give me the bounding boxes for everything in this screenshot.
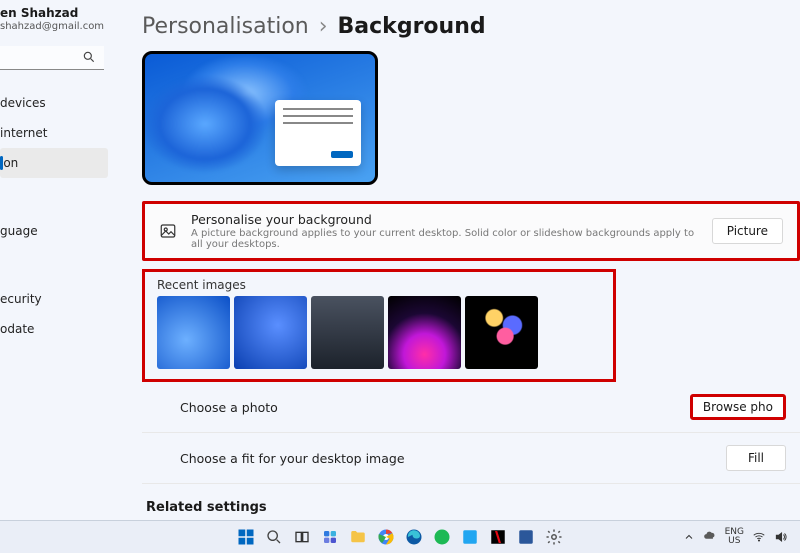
netflix-icon[interactable] (487, 526, 509, 548)
tray-onedrive-icon[interactable] (703, 530, 717, 544)
sidebar-item-4[interactable]: ecurity (0, 284, 108, 314)
sidebar-item-5[interactable]: odate (0, 314, 108, 344)
profile-name: en Shahzad (0, 6, 108, 20)
taskbar: ENGUS (0, 520, 800, 553)
recent-thumb-0[interactable] (157, 296, 230, 369)
recent-thumb-2[interactable] (311, 296, 384, 369)
page-title: Background (338, 14, 486, 39)
search-field[interactable] (0, 46, 108, 70)
search-taskbar-icon[interactable] (263, 526, 285, 548)
word-icon[interactable] (515, 526, 537, 548)
widgets-icon[interactable] (319, 526, 341, 548)
start-icon[interactable] (235, 526, 257, 548)
vscode-icon[interactable] (459, 526, 481, 548)
explorer-icon[interactable] (347, 526, 369, 548)
browse-photos-button[interactable]: Browse pho (690, 394, 786, 420)
personalise-title: Personalise your background (191, 212, 698, 227)
image-icon (159, 222, 177, 240)
recent-images-label: Recent images (157, 278, 601, 292)
tray-language[interactable]: ENGUS (725, 528, 744, 546)
spotify-icon[interactable] (431, 526, 453, 548)
breadcrumb: Personalisation › Background (142, 14, 800, 39)
edge-icon[interactable] (403, 526, 425, 548)
taskview-icon[interactable] (291, 526, 313, 548)
profile-email: shahzad@gmail.com (0, 21, 108, 32)
sidebar-item-1[interactable]: internet (0, 118, 108, 148)
personalise-background-card[interactable]: Personalise your background A picture ba… (142, 201, 800, 261)
chevron-right-icon: › (319, 14, 328, 39)
fit-dropdown[interactable]: Fill (726, 445, 786, 471)
choose-photo-label: Choose a photo (156, 400, 690, 415)
recent-thumb-1[interactable] (234, 296, 307, 369)
sidebar-item-2[interactable]: ion (0, 148, 108, 178)
related-settings-heading: Related settings (146, 500, 800, 515)
desktop-preview (142, 51, 378, 185)
breadcrumb-parent[interactable]: Personalisation (142, 14, 309, 39)
personalise-desc: A picture background applies to your cur… (191, 228, 698, 250)
background-type-dropdown[interactable]: Picture (712, 218, 783, 244)
chrome-icon[interactable] (375, 526, 397, 548)
tray-wifi-icon[interactable] (752, 530, 766, 544)
recent-thumb-3[interactable] (388, 296, 461, 369)
sidebar-item-0[interactable]: devices (0, 88, 108, 118)
sidebar-item-3[interactable]: guage (0, 216, 108, 246)
search-icon (82, 50, 96, 64)
choose-fit-label: Choose a fit for your desktop image (156, 451, 726, 466)
settings-icon[interactable] (543, 526, 565, 548)
recent-thumb-4[interactable] (465, 296, 538, 369)
tray-volume-icon[interactable] (774, 530, 788, 544)
tray-chevron-icon[interactable] (683, 531, 695, 543)
